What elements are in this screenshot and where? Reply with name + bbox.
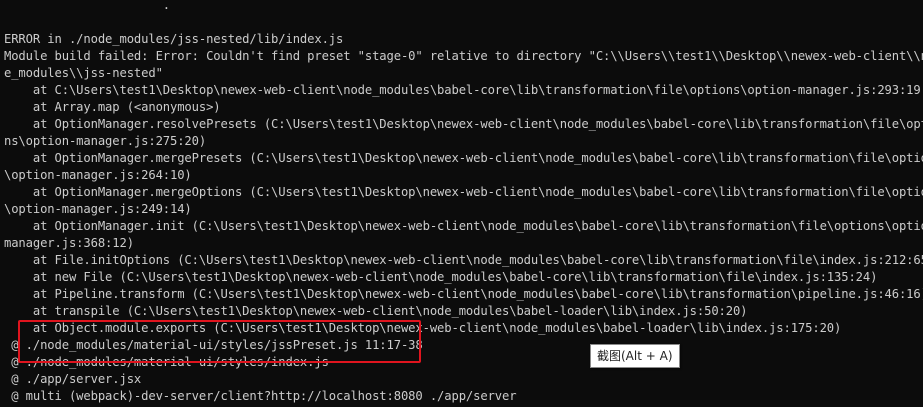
stack-trace-line: at Object.module.exports (C:\Users\test1…	[4, 321, 842, 335]
stack-trace-line: \option-manager.js:264:10)	[4, 168, 192, 182]
error-message-line: Module build failed: Error: Couldn't fin…	[4, 49, 923, 63]
stack-trace-line: at C:\Users\test1\Desktop\newex-web-clie…	[4, 83, 921, 97]
stack-trace-line: \option-manager.js:249:14)	[4, 202, 192, 216]
module-ref-line: @ multi (webpack)-dev-server/client?http…	[4, 389, 517, 403]
stack-trace-line: at transpile (C:\Users\test1\Desktop\new…	[4, 304, 748, 318]
terminal-window[interactable]: . ERROR in ./node_modules/jss-nested/lib…	[0, 0, 923, 407]
screenshot-tooltip: 截图(Alt + A)	[590, 344, 680, 368]
stack-trace-line: at OptionManager.init (C:\Users\test1\De…	[4, 219, 923, 233]
stack-trace-line: at OptionManager.resolvePresets (C:\User…	[4, 117, 923, 131]
stack-trace-line: ns\option-manager.js:275:20)	[4, 134, 207, 148]
error-heading-line: ERROR in ./node_modules/jss-nested/lib/i…	[4, 32, 344, 46]
stack-trace-line: manager.js:368:12)	[4, 236, 134, 250]
terminal-line: .	[4, 0, 243, 12]
error-message-line: e_modules\\jss-nested"	[4, 66, 163, 80]
stack-trace-line: at File.initOptions (C:\Users\test1\Desk…	[4, 253, 923, 267]
stack-trace-line: at OptionManager.mergePresets (C:\Users\…	[4, 151, 923, 165]
stack-trace-line: at OptionManager.mergeOptions (C:\Users\…	[4, 185, 923, 199]
module-ref-line: @ ./node_modules/material-ui/styles/inde…	[4, 355, 329, 369]
stack-trace-line: at new File (C:\Users\test1\Desktop\newe…	[4, 270, 878, 284]
stack-trace-line: at Array.map (<anonymous>)	[4, 100, 221, 114]
terminal-output: . ERROR in ./node_modules/jss-nested/lib…	[4, 0, 923, 405]
stack-trace-line: at Pipeline.transform (C:\Users\test1\De…	[4, 287, 923, 301]
module-ref-line: @ ./app/server.jsx	[4, 372, 142, 386]
module-ref-line: @ ./node_modules/material-ui/styles/jssP…	[4, 338, 423, 352]
